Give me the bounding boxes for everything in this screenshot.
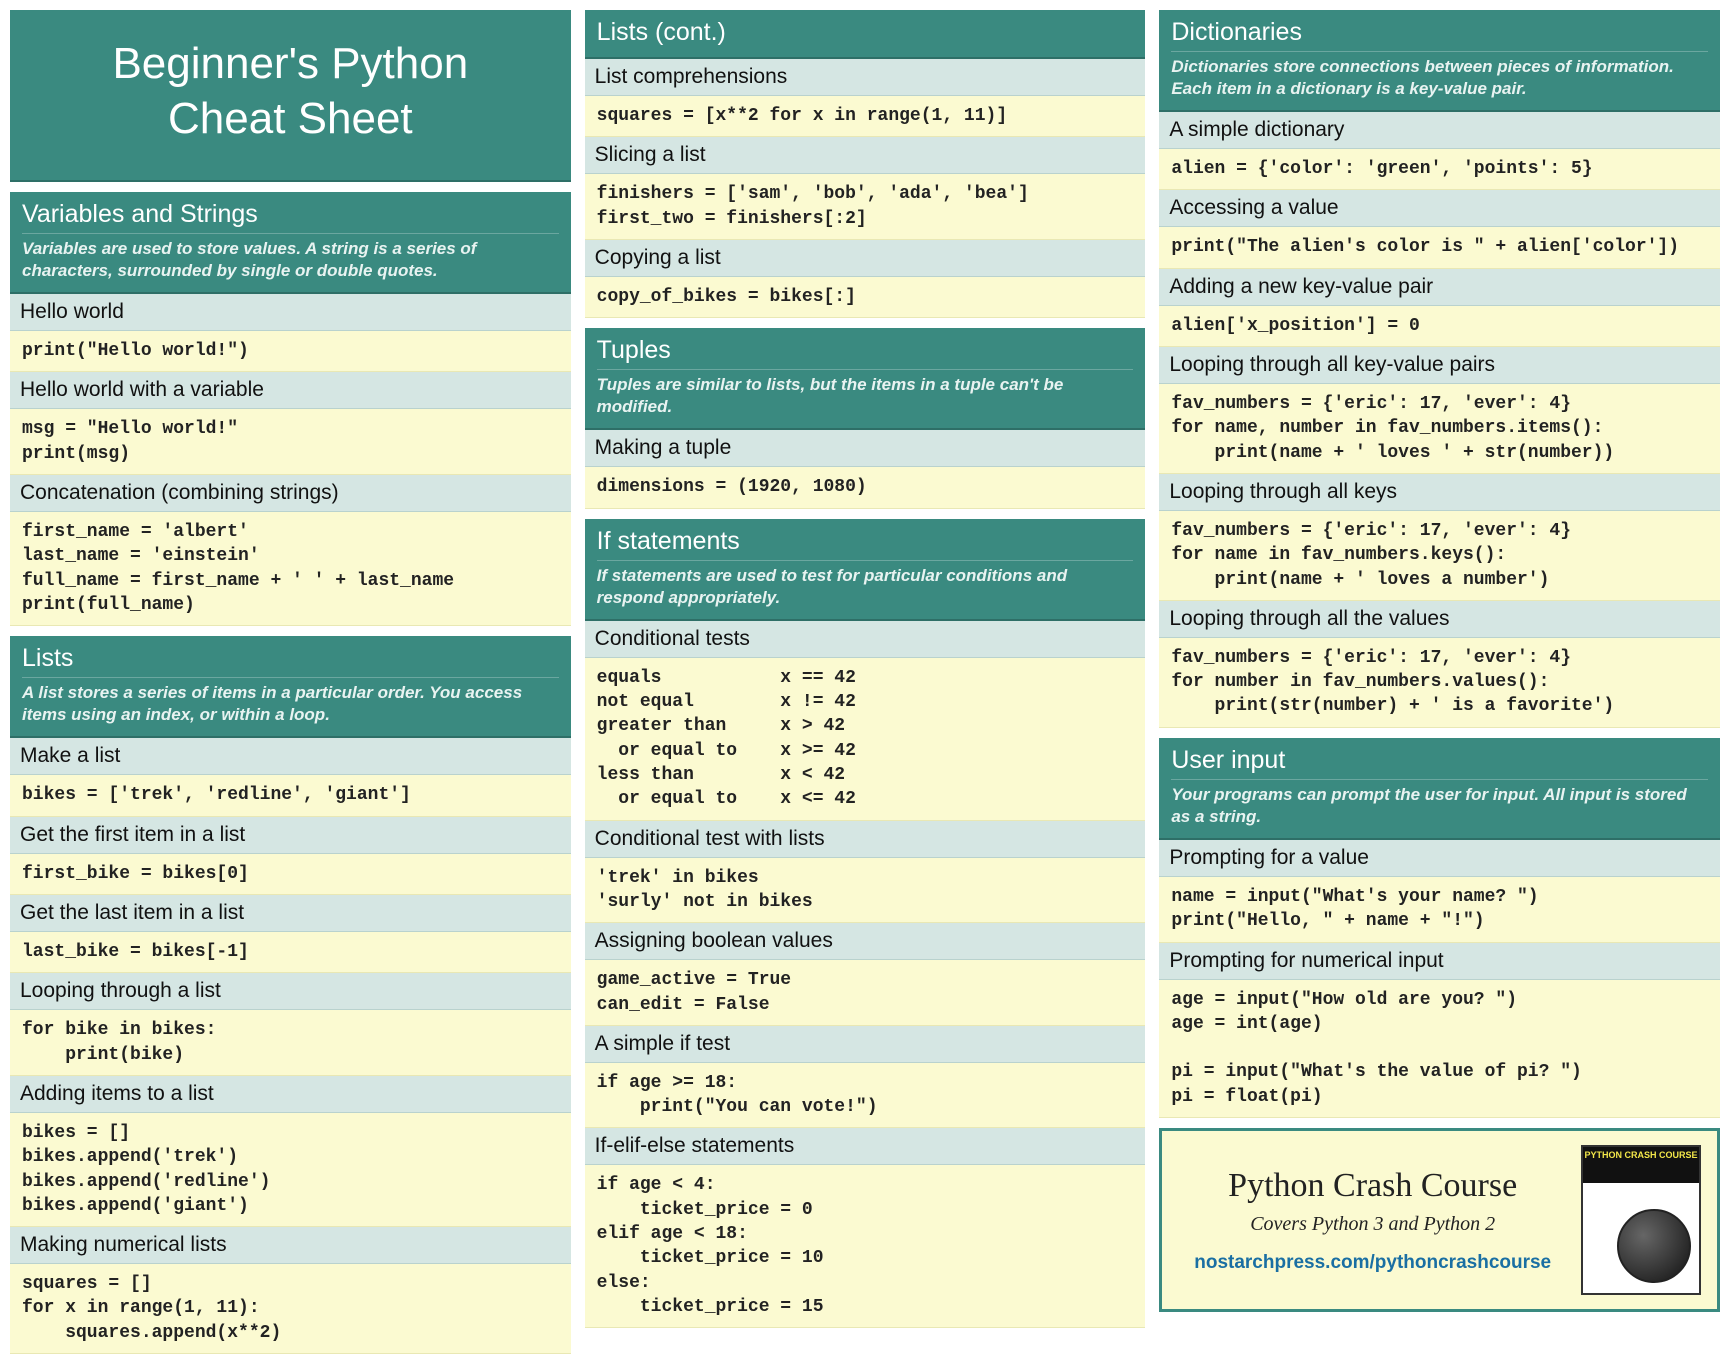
code-block: fav_numbers = {'eric': 17, 'ever': 4} fo…: [1159, 384, 1720, 474]
section-desc: If statements are used to test for parti…: [597, 565, 1134, 609]
column-1: Beginner's Python Cheat Sheet Variables …: [10, 10, 571, 1354]
code-block: squares = [x**2 for x in range(1, 11)]: [585, 96, 1146, 137]
title-line-1: Beginner's Python: [20, 36, 561, 91]
section-title: Lists: [22, 644, 559, 678]
code-block: first_bike = bikes[0]: [10, 854, 571, 895]
section-desc: Variables are used to store values. A st…: [22, 238, 559, 282]
sub-head: Copying a list: [585, 240, 1146, 277]
sub-head: Conditional tests: [585, 621, 1146, 658]
sub-head: Adding items to a list: [10, 1076, 571, 1113]
code-block: bikes = ['trek', 'redline', 'giant']: [10, 775, 571, 816]
code-block: first_name = 'albert' last_name = 'einst…: [10, 512, 571, 626]
code-block: for bike in bikes: print(bike): [10, 1010, 571, 1076]
code-block: finishers = ['sam', 'bob', 'ada', 'bea']…: [585, 174, 1146, 240]
section-desc: Your programs can prompt the user for in…: [1171, 784, 1708, 828]
sub-head: Looping through all the values: [1159, 601, 1720, 638]
sub-head: Slicing a list: [585, 137, 1146, 174]
book-cover-art-icon: [1617, 1209, 1691, 1283]
section-desc: Dictionaries store connections between p…: [1171, 56, 1708, 100]
code-block: dimensions = (1920, 1080): [585, 467, 1146, 508]
sub-head: Making a tuple: [585, 430, 1146, 467]
sub-head: Make a list: [10, 738, 571, 775]
sub-head: Prompting for a value: [1159, 840, 1720, 877]
code-block: equals x == 42 not equal x != 42 greater…: [585, 658, 1146, 821]
code-block: name = input("What's your name? ") print…: [1159, 877, 1720, 943]
section-title: User input: [1171, 746, 1708, 780]
code-block: game_active = True can_edit = False: [585, 960, 1146, 1026]
section-desc: Tuples are similar to lists, but the ite…: [597, 374, 1134, 418]
sub-head: Hello world with a variable: [10, 372, 571, 409]
promo-box: Python Crash Course Covers Python 3 and …: [1159, 1128, 1720, 1312]
promo-text: Python Crash Course Covers Python 3 and …: [1178, 1167, 1567, 1274]
code-block: 'trek' in bikes 'surly' not in bikes: [585, 858, 1146, 924]
section-head: Lists A list stores a series of items in…: [10, 636, 571, 738]
column-3: Dictionaries Dictionaries store connecti…: [1159, 10, 1720, 1354]
section-head: Variables and Strings Variables are used…: [10, 192, 571, 294]
book-cover-title: PYTHON CRASH COURSE: [1583, 1147, 1699, 1183]
code-block: alien = {'color': 'green', 'points': 5}: [1159, 149, 1720, 190]
sub-head: A simple dictionary: [1159, 112, 1720, 149]
section-head: Tuples Tuples are similar to lists, but …: [585, 328, 1146, 430]
section-if-statements: If statements If statements are used to …: [585, 519, 1146, 1329]
sub-head: Looping through all key-value pairs: [1159, 347, 1720, 384]
section-dictionaries: Dictionaries Dictionaries store connecti…: [1159, 10, 1720, 728]
code-block: age = input("How old are you? ") age = i…: [1159, 980, 1720, 1118]
section-head: If statements If statements are used to …: [585, 519, 1146, 621]
sub-head: Making numerical lists: [10, 1227, 571, 1264]
section-head: Lists (cont.): [585, 10, 1146, 59]
sub-head: Conditional test with lists: [585, 821, 1146, 858]
code-block: print("Hello world!"): [10, 331, 571, 372]
code-block: if age >= 18: print("You can vote!"): [585, 1063, 1146, 1129]
code-block: msg = "Hello world!" print(msg): [10, 409, 571, 475]
section-title: Lists (cont.): [597, 18, 1134, 47]
sub-head: Accessing a value: [1159, 190, 1720, 227]
code-block: if age < 4: ticket_price = 0 elif age < …: [585, 1165, 1146, 1328]
section-title: Tuples: [597, 336, 1134, 370]
sub-head: Assigning boolean values: [585, 923, 1146, 960]
code-block: fav_numbers = {'eric': 17, 'ever': 4} fo…: [1159, 511, 1720, 601]
section-head: Dictionaries Dictionaries store connecti…: [1159, 10, 1720, 112]
section-lists-cont: Lists (cont.) List comprehensions square…: [585, 10, 1146, 318]
promo-subtitle: Covers Python 3 and Python 2: [1178, 1213, 1567, 1236]
section-title: Variables and Strings: [22, 200, 559, 234]
sub-head: Get the first item in a list: [10, 817, 571, 854]
sub-head: If-elif-else statements: [585, 1128, 1146, 1165]
promo-link: nostarchpress.com/pythoncrashcourse: [1178, 1252, 1567, 1274]
sub-head: Concatenation (combining strings): [10, 475, 571, 512]
section-variables-strings: Variables and Strings Variables are used…: [10, 192, 571, 626]
sub-head: Prompting for numerical input: [1159, 943, 1720, 980]
cheat-sheet-page: Beginner's Python Cheat Sheet Variables …: [10, 10, 1720, 1354]
section-head: User input Your programs can prompt the …: [1159, 738, 1720, 840]
sub-head: Looping through a list: [10, 973, 571, 1010]
section-title: If statements: [597, 527, 1134, 561]
section-user-input: User input Your programs can prompt the …: [1159, 738, 1720, 1118]
section-lists: Lists A list stores a series of items in…: [10, 636, 571, 1354]
column-2: Lists (cont.) List comprehensions square…: [585, 10, 1146, 1354]
main-title: Beginner's Python Cheat Sheet: [10, 10, 571, 182]
code-block: fav_numbers = {'eric': 17, 'ever': 4} fo…: [1159, 638, 1720, 728]
code-block: alien['x_position'] = 0: [1159, 306, 1720, 347]
code-block: bikes = [] bikes.append('trek') bikes.ap…: [10, 1113, 571, 1227]
sub-head: Adding a new key-value pair: [1159, 269, 1720, 306]
sub-head: Looping through all keys: [1159, 474, 1720, 511]
sub-head: Hello world: [10, 294, 571, 331]
section-desc: A list stores a series of items in a par…: [22, 682, 559, 726]
sub-head: List comprehensions: [585, 59, 1146, 96]
section-tuples: Tuples Tuples are similar to lists, but …: [585, 328, 1146, 508]
sub-head: A simple if test: [585, 1026, 1146, 1063]
sub-head: Get the last item in a list: [10, 895, 571, 932]
code-block: squares = [] for x in range(1, 11): squa…: [10, 1264, 571, 1354]
book-cover-icon: PYTHON CRASH COURSE: [1581, 1145, 1701, 1295]
code-block: copy_of_bikes = bikes[:]: [585, 277, 1146, 318]
promo-title: Python Crash Course: [1178, 1167, 1567, 1205]
title-line-2: Cheat Sheet: [20, 91, 561, 146]
section-title: Dictionaries: [1171, 18, 1708, 52]
code-block: print("The alien's color is " + alien['c…: [1159, 227, 1720, 268]
code-block: last_bike = bikes[-1]: [10, 932, 571, 973]
